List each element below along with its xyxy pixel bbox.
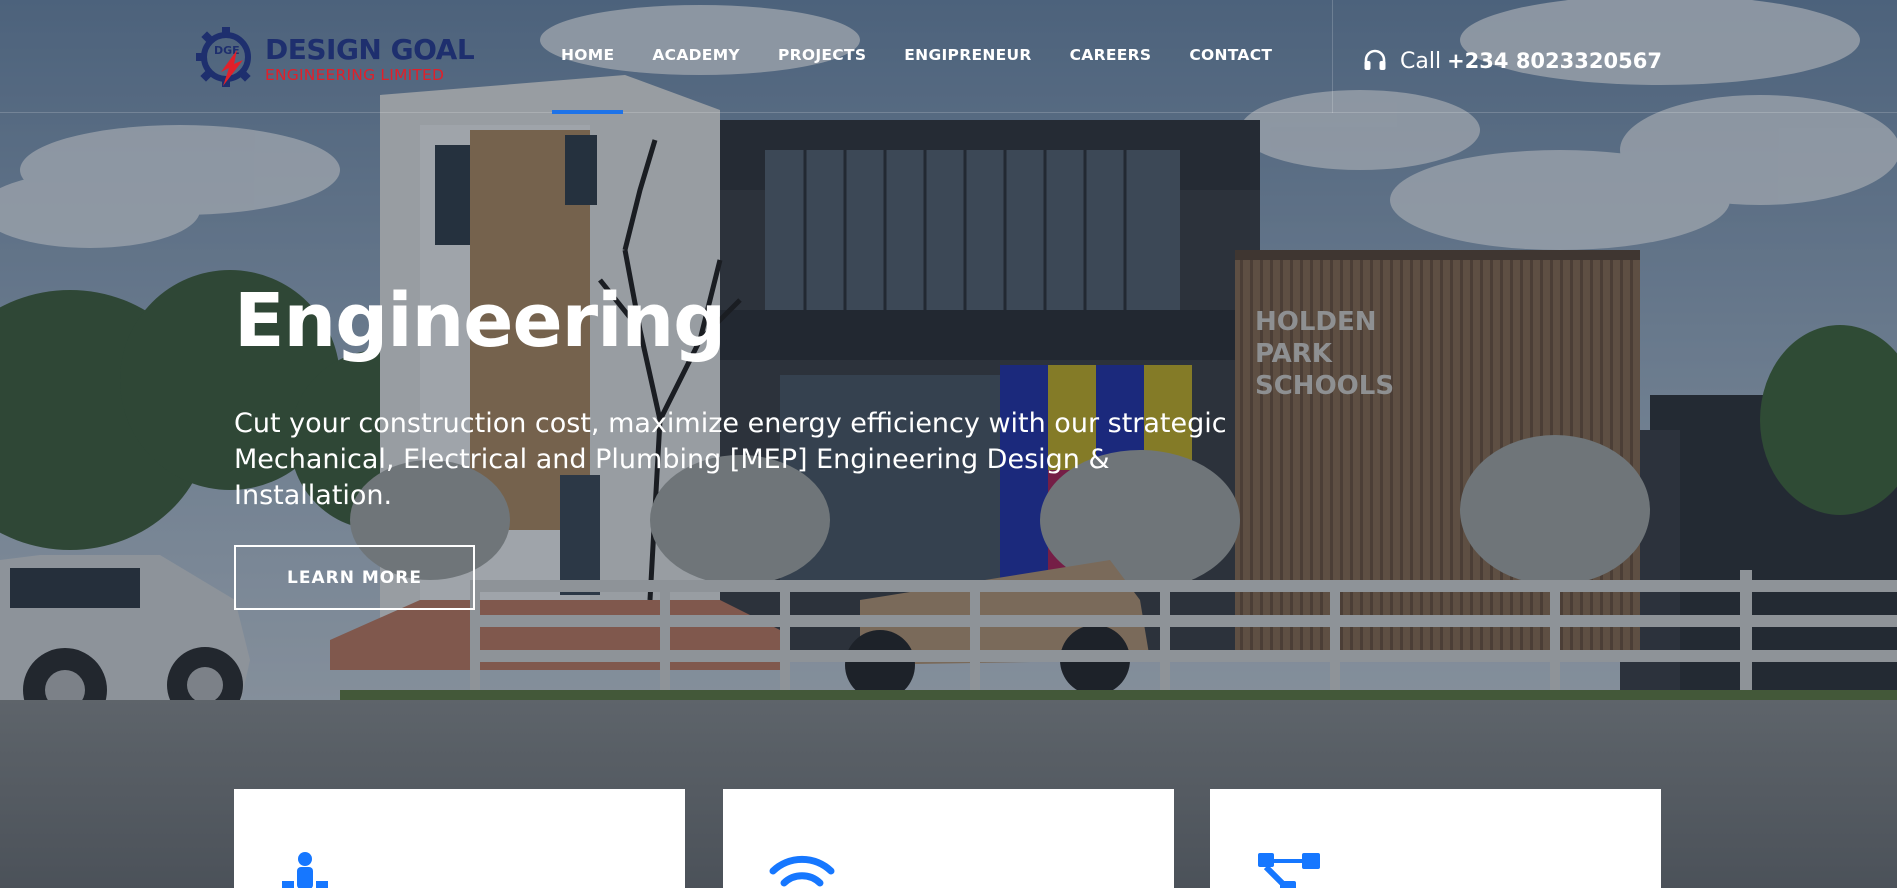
feature-card[interactable] — [234, 789, 685, 888]
feature-card[interactable] — [723, 789, 1174, 888]
logo-subtitle: ENGINEERING LIMITED — [265, 66, 445, 84]
site-header: DGE DESIGN GOAL ENGINEERING LIMITED HOME… — [0, 0, 1897, 114]
gear-bolt-logo-icon: DGE — [196, 27, 251, 87]
nav-careers[interactable]: CAREERS — [1051, 0, 1171, 113]
logo[interactable]: DGE DESIGN GOAL ENGINEERING LIMITED — [193, 24, 483, 90]
nav-projects[interactable]: PROJECTS — [759, 0, 885, 113]
logo-title: DESIGN GOAL — [265, 33, 475, 66]
nav-academy[interactable]: ACADEMY — [633, 0, 759, 113]
hero-title: Engineering — [234, 278, 726, 364]
nav-contact[interactable]: CONTACT — [1170, 0, 1291, 113]
feature-card[interactable] — [1210, 789, 1661, 888]
nav-engipreneur[interactable]: ENGIPRENEUR — [885, 0, 1050, 113]
call-label: Call — [1400, 48, 1442, 74]
learn-more-button[interactable]: LEARN MORE — [234, 545, 475, 610]
person-network-icon — [282, 852, 328, 888]
main-nav: HOME ACADEMY PROJECTS ENGIPRENEUR CAREER… — [542, 0, 1291, 114]
call-link[interactable]: Call +234 8023320567 — [1362, 46, 1662, 76]
nav-home[interactable]: HOME — [542, 0, 633, 114]
hero-description: Cut your construction cost, maximize ene… — [234, 408, 1227, 511]
headset-icon — [1364, 49, 1386, 70]
hierarchy-icon — [1258, 853, 1320, 888]
header-divider — [1332, 0, 1333, 113]
wifi-icon — [769, 855, 835, 887]
phone-number: +234 8023320567 — [1447, 49, 1662, 73]
